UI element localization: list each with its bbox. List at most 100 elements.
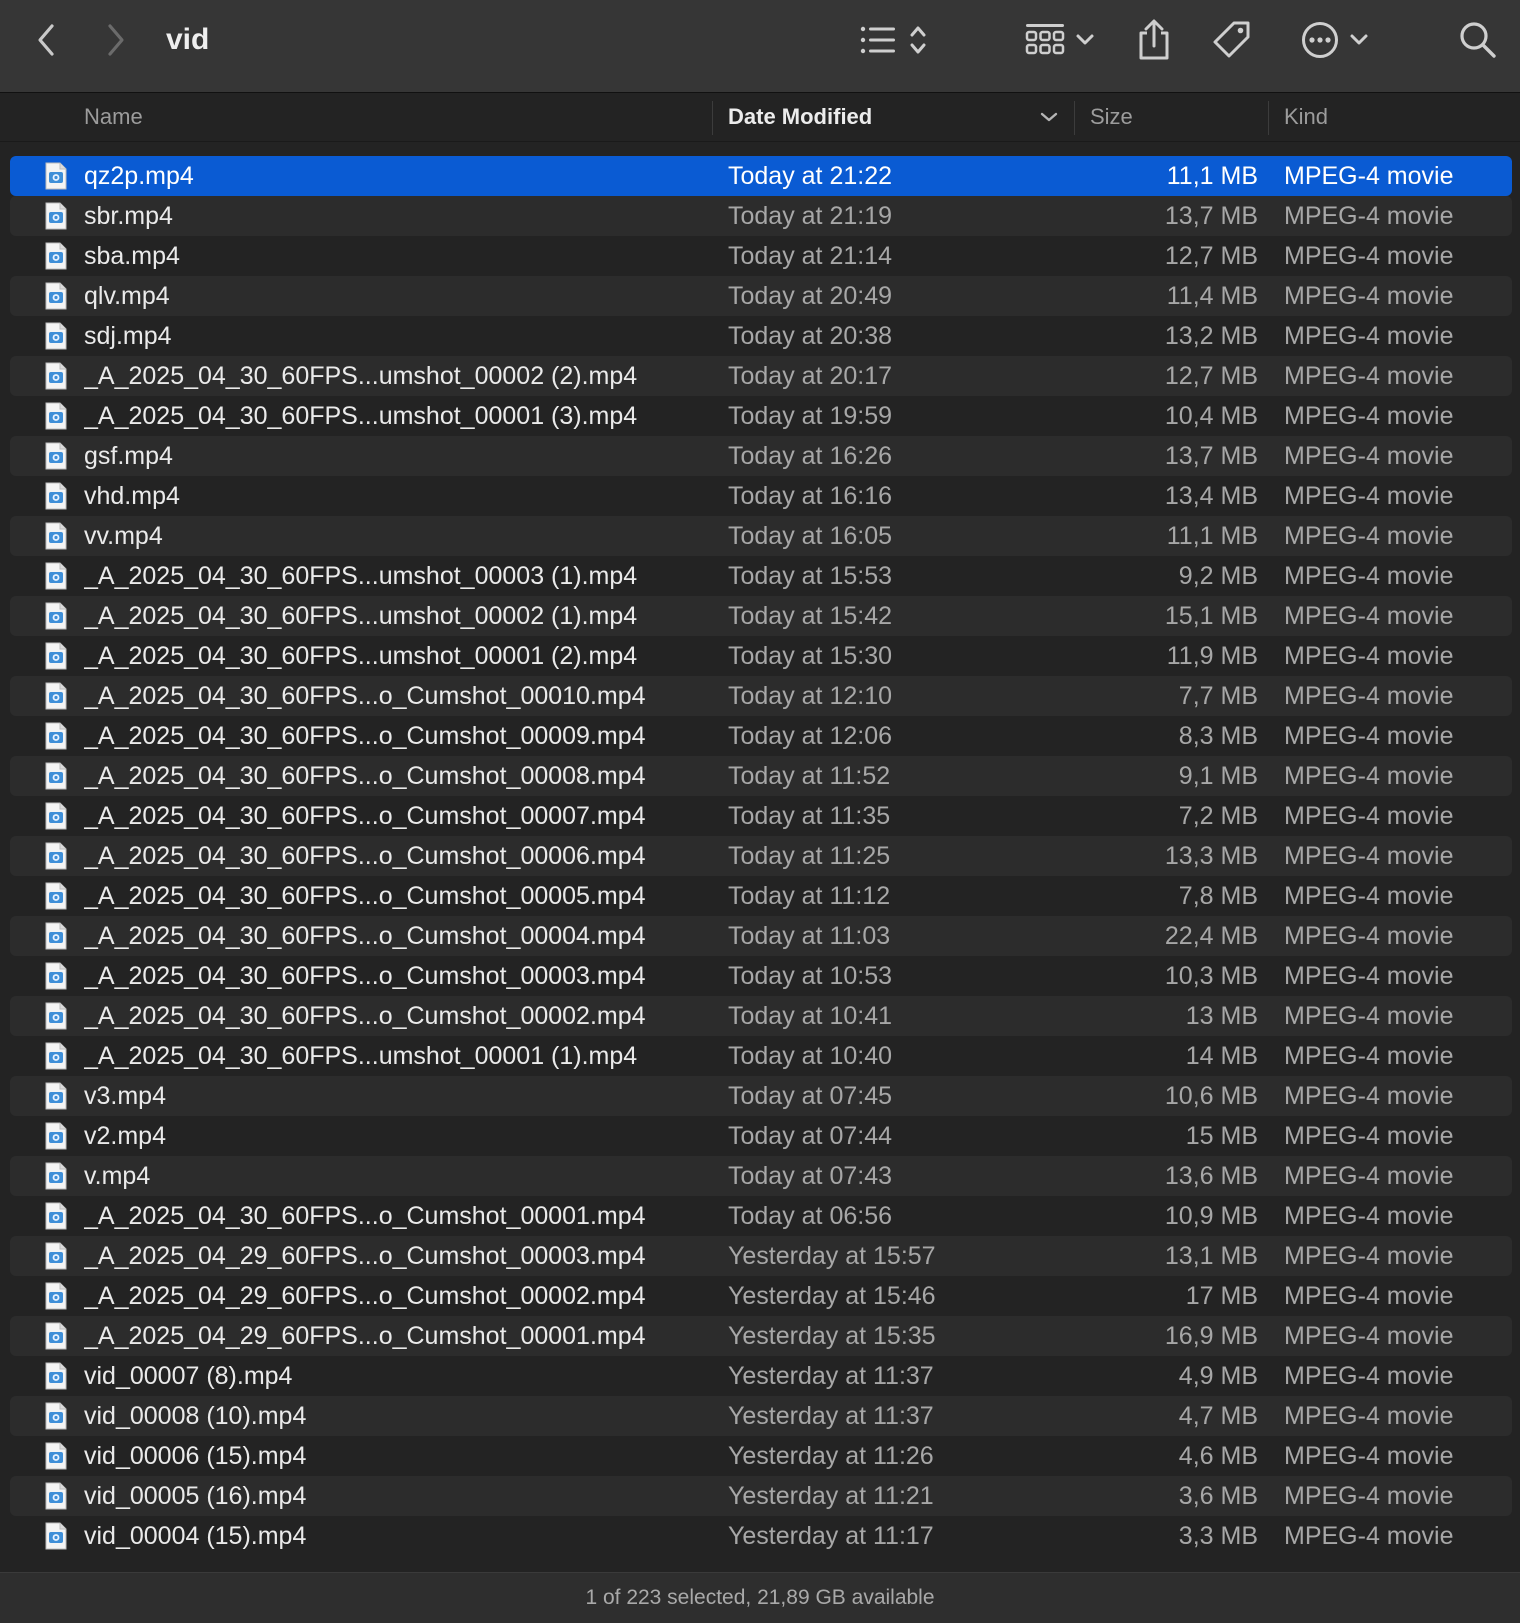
file-row[interactable]: qlv.mp4 Today at 20:49 11,4 MB MPEG-4 movie: [10, 276, 1512, 316]
view-mode-button[interactable]: [852, 18, 936, 62]
toolbar: vid: [0, 0, 1520, 93]
file-row[interactable]: _A_2025_04_30_60FPS...o_Cumshot_00001.mp…: [10, 1196, 1512, 1236]
file-kind: MPEG-4 movie: [1284, 882, 1454, 910]
file-row[interactable]: _A_2025_04_30_60FPS...o_Cumshot_00009.mp…: [10, 716, 1512, 756]
file-size: 8,3 MB: [1178, 722, 1258, 750]
file-row[interactable]: _A_2025_04_30_60FPS...o_Cumshot_00003.mp…: [10, 956, 1512, 996]
file-kind: MPEG-4 movie: [1284, 1482, 1454, 1510]
file-kind: MPEG-4 movie: [1284, 162, 1454, 190]
file-date: Today at 11:25: [728, 842, 891, 870]
file-date: Yesterday at 11:21: [728, 1482, 934, 1510]
file-name: qz2p.mp4: [84, 162, 194, 190]
file-date: Today at 20:49: [728, 282, 893, 310]
file-row[interactable]: vid_00008 (10).mp4 Yesterday at 11:37 4,7 …: [10, 1396, 1512, 1436]
file-kind: MPEG-4 movie: [1284, 1282, 1454, 1310]
file-row[interactable]: v.mp4 Today at 07:43 13,6 MB MPEG-4 movie: [10, 1156, 1512, 1196]
file-name: _A_2025_04_30_60FPS...o_Cumshot_00006.mp…: [84, 842, 646, 870]
file-row[interactable]: _A_2025_04_30_60FPS...o_Cumshot_00006.mp…: [10, 836, 1512, 876]
file-row[interactable]: vhd.mp4 Today at 16:16 13,4 MB MPEG-4 movie: [10, 476, 1512, 516]
file-kind: MPEG-4 movie: [1284, 922, 1454, 950]
share-button[interactable]: [1134, 16, 1174, 64]
file-row[interactable]: _A_2025_04_30_60FPS...o_Cumshot_00002.mp…: [10, 996, 1512, 1036]
file-date: Today at 12:10: [728, 682, 893, 710]
file-row[interactable]: v2.mp4 Today at 07:44 15 MB MPEG-4 movie: [10, 1116, 1512, 1156]
file-row[interactable]: _A_2025_04_29_60FPS...o_Cumshot_00003.mp…: [10, 1236, 1512, 1276]
file-row[interactable]: _A_2025_04_30_60FPS...o_Cumshot_00007.mp…: [10, 796, 1512, 836]
file-size: 13,3 MB: [1164, 842, 1258, 870]
file-row[interactable]: _A_2025_04_29_60FPS...o_Cumshot_00002.mp…: [10, 1276, 1512, 1316]
group-button[interactable]: [1020, 18, 1100, 62]
file-row[interactable]: _A_2025_04_29_60FPS...o_Cumshot_00001.mp…: [10, 1316, 1512, 1356]
search-button[interactable]: [1456, 18, 1500, 62]
column-divider[interactable]: [712, 101, 713, 135]
movie-file-icon: [44, 402, 68, 430]
file-list[interactable]: qz2p.mp4 Today at 21:22 11,1 MB MPEG-4 movi…: [0, 156, 1520, 1572]
file-size: 11,4 MB: [1166, 282, 1258, 310]
chevron-down-icon: [1350, 34, 1368, 45]
file-row[interactable]: vid_00004 (15).mp4 Yesterday at 11:17 3,3 …: [10, 1516, 1512, 1556]
file-row[interactable]: vid_00006 (15).mp4 Yesterday at 11:26 4,6 …: [10, 1436, 1512, 1476]
column-size[interactable]: Size: [1090, 93, 1260, 141]
file-row[interactable]: sdj.mp4 Today at 20:38 13,2 MB MPEG-4 movie: [10, 316, 1512, 356]
file-row[interactable]: _A_2025_04_30_60FPS...umshot_00002 (1).m…: [10, 596, 1512, 636]
file-date: Yesterday at 11:37: [728, 1362, 934, 1390]
column-name[interactable]: Name: [84, 93, 684, 141]
file-size: 4,6 MB: [1178, 1442, 1258, 1470]
file-row[interactable]: sba.mp4 Today at 21:14 12,7 MB MPEG-4 movie: [10, 236, 1512, 276]
tag-button[interactable]: [1210, 18, 1254, 62]
file-size: 10,4 MB: [1164, 402, 1258, 430]
file-kind: MPEG-4 movie: [1284, 1122, 1454, 1150]
file-date: Today at 15:42: [728, 602, 893, 630]
movie-file-icon: [44, 1362, 68, 1390]
file-kind: MPEG-4 movie: [1284, 1082, 1454, 1110]
file-date: Today at 11:12: [728, 882, 891, 910]
file-date: Today at 20:17: [728, 362, 893, 390]
back-button[interactable]: [28, 20, 64, 60]
file-row[interactable]: _A_2025_04_30_60FPS...umshot_00001 (3).m…: [10, 396, 1512, 436]
file-row[interactable]: vid_00007 (8).mp4 Yesterday at 11:37 4,9 M…: [10, 1356, 1512, 1396]
file-row[interactable]: vv.mp4 Today at 16:05 11,1 MB MPEG-4 movie: [10, 516, 1512, 556]
movie-file-icon: [44, 162, 68, 190]
column-divider[interactable]: [1074, 101, 1075, 135]
file-row[interactable]: _A_2025_04_30_60FPS...umshot_00002 (2).m…: [10, 356, 1512, 396]
file-row[interactable]: vid_00005 (16).mp4 Yesterday at 11:21 3,6 …: [10, 1476, 1512, 1516]
file-size: 15,1 MB: [1164, 602, 1258, 630]
file-row[interactable]: _A_2025_04_30_60FPS...umshot_00001 (2).m…: [10, 636, 1512, 676]
file-name: _A_2025_04_29_60FPS...o_Cumshot_00003.mp…: [84, 1242, 646, 1270]
file-row[interactable]: _A_2025_04_30_60FPS...o_Cumshot_00004.mp…: [10, 916, 1512, 956]
file-name: _A_2025_04_30_60FPS...o_Cumshot_00002.mp…: [84, 1002, 646, 1030]
movie-file-icon: [44, 1202, 68, 1230]
file-row[interactable]: gsf.mp4 Today at 16:26 13,7 MB MPEG-4 movie: [10, 436, 1512, 476]
file-row[interactable]: _A_2025_04_30_60FPS...o_Cumshot_00010.mp…: [10, 676, 1512, 716]
file-date: Today at 11:52: [728, 762, 891, 790]
movie-file-icon: [44, 1242, 68, 1270]
file-name: _A_2025_04_30_60FPS...o_Cumshot_00001.mp…: [84, 1202, 646, 1230]
file-row[interactable]: _A_2025_04_30_60FPS...umshot_00003 (1).m…: [10, 556, 1512, 596]
file-kind: MPEG-4 movie: [1284, 802, 1454, 830]
forward-button[interactable]: [98, 20, 134, 60]
file-date: Today at 07:43: [728, 1162, 893, 1190]
file-date: Today at 10:41: [728, 1002, 893, 1030]
column-kind[interactable]: Kind: [1284, 93, 1504, 141]
more-actions-button[interactable]: [1296, 18, 1374, 62]
column-divider[interactable]: [1268, 101, 1269, 135]
file-date: Today at 15:53: [728, 562, 893, 590]
file-date: Today at 16:16: [728, 482, 893, 510]
movie-file-icon: [44, 282, 68, 310]
file-name: vid_00005 (16).mp4: [84, 1482, 307, 1510]
file-name: gsf.mp4: [84, 442, 173, 470]
file-kind: MPEG-4 movie: [1284, 602, 1454, 630]
file-row[interactable]: _A_2025_04_30_60FPS...o_Cumshot_00005.mp…: [10, 876, 1512, 916]
file-kind: MPEG-4 movie: [1284, 1402, 1454, 1430]
file-date: Today at 11:03: [728, 922, 891, 950]
movie-file-icon: [44, 1122, 68, 1150]
file-row[interactable]: _A_2025_04_30_60FPS...umshot_00001 (1).m…: [10, 1036, 1512, 1076]
column-date-modified[interactable]: Date Modified: [728, 93, 1058, 141]
file-row[interactable]: sbr.mp4 Today at 21:19 13,7 MB MPEG-4 movie: [10, 196, 1512, 236]
file-row[interactable]: v3.mp4 Today at 07:45 10,6 MB MPEG-4 movie: [10, 1076, 1512, 1116]
file-name: qlv.mp4: [84, 282, 170, 310]
file-name: v3.mp4: [84, 1082, 166, 1110]
file-size: 13,7 MB: [1164, 202, 1258, 230]
file-row[interactable]: qz2p.mp4 Today at 21:22 11,1 MB MPEG-4 movi…: [10, 156, 1512, 196]
file-row[interactable]: _A_2025_04_30_60FPS...o_Cumshot_00008.mp…: [10, 756, 1512, 796]
